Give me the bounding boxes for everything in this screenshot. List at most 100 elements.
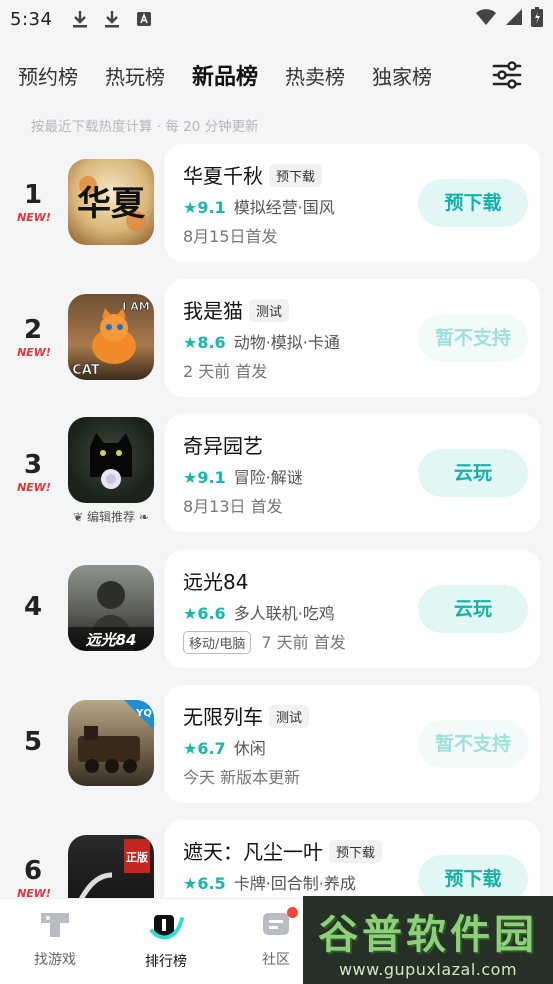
app-meta: ★6.7 休闲 xyxy=(183,735,266,759)
icon-text: YQ xyxy=(135,708,152,719)
community-icon xyxy=(259,913,293,943)
filter-settings-icon[interactable] xyxy=(491,60,523,90)
app-icon[interactable]: 华夏 xyxy=(68,159,154,245)
find-games-icon xyxy=(38,913,72,943)
rank-row[interactable]: 1 NEW! 华夏 华夏千秋 预下载 ★9.1 模拟经营·国风 8月15日首发 预下… xyxy=(0,144,553,262)
app-title: 我是猫 xyxy=(183,299,243,323)
signal-icon xyxy=(505,8,523,30)
icon-text: 远光84 xyxy=(86,631,137,649)
status-time: 5:34 xyxy=(10,8,53,30)
status-bar: 5:34 xyxy=(0,0,553,38)
app-name: 奇异园艺 xyxy=(183,430,263,459)
rank-number: 5 xyxy=(23,727,43,757)
release-text: 7 天前 首发 xyxy=(261,633,346,652)
font-notification-icon xyxy=(134,9,154,29)
rank-number: 4 xyxy=(23,592,43,622)
tab-new-release[interactable]: 新品榜 xyxy=(189,59,261,91)
app-card[interactable]: 我是猫 测试 ★8.6 动物·模拟·卡通 2 天前 首发 暂不支持 xyxy=(165,279,540,397)
app-name: 远光84 xyxy=(183,566,248,595)
release-info: 2 天前 首发 xyxy=(183,362,268,381)
app-icon[interactable] xyxy=(68,417,154,503)
app-tags: 动物·模拟·卡通 xyxy=(233,333,340,352)
svg-text:CAT: CAT xyxy=(72,363,100,378)
app-card[interactable]: 远光84 ★6.6 多人联机·吃鸡 移动/电脑 7 天前 首发 云玩 xyxy=(165,550,540,668)
svg-text:I AM: I AM xyxy=(122,300,149,313)
rating: ★8.6 xyxy=(183,333,226,352)
app-card[interactable]: 华夏千秋 预下载 ★9.1 模拟经营·国风 8月15日首发 预下载 xyxy=(165,144,540,262)
unsupported-button[interactable]: 暂不支持 xyxy=(418,720,528,768)
cloud-play-button[interactable]: 云玩 xyxy=(418,585,528,633)
notification-dot xyxy=(287,907,298,918)
new-badge: NEW! xyxy=(17,481,51,494)
rank-row[interactable]: 2 NEW! I AM CAT 我是猫 测试 ★8.6 动物·模拟·卡通 2 天前 … xyxy=(0,279,553,397)
app-meta: ★9.1 模拟经营·国风 xyxy=(183,194,335,218)
app-icon[interactable]: YQ xyxy=(68,700,154,786)
cloud-play-button[interactable]: 云玩 xyxy=(418,449,528,497)
watermark-title: 谷普软件园 xyxy=(318,911,538,958)
tab-best-selling[interactable]: 热卖榜 xyxy=(285,61,345,90)
release-info: 今天 新版本更新 xyxy=(183,768,301,787)
rank-row[interactable]: 3 NEW! ❦ 编辑推荐 ❧ 奇异园艺 ★9.1 冒险·解谜 8月13日 首发 … xyxy=(0,414,553,532)
download-icon xyxy=(70,9,90,29)
status-badge: 预下载 xyxy=(329,840,383,863)
app-name: 我是猫 测试 xyxy=(183,295,290,324)
rank-number: 2 xyxy=(23,315,43,345)
app-icon[interactable]: 远光84 xyxy=(68,565,154,651)
nav-rankings[interactable]: 排行榜 xyxy=(126,909,206,971)
battery-icon xyxy=(531,7,543,31)
release-info: 8月15日首发 xyxy=(183,227,278,246)
tab-exclusive[interactable]: 独家榜 xyxy=(372,61,432,90)
app-tags: 休闲 xyxy=(233,739,266,758)
app-meta: ★6.5 卡牌·回合制·养成 xyxy=(183,870,356,894)
app-title: 遮天：凡尘一叶 xyxy=(183,840,323,864)
nav-label: 排行榜 xyxy=(145,954,187,970)
app-tags: 模拟经营·国风 xyxy=(233,198,335,217)
download-icon xyxy=(102,9,122,29)
app-tags: 卡牌·回合制·养成 xyxy=(233,874,356,893)
new-badge: NEW! xyxy=(17,211,51,224)
ranking-hint: 按最近下载热度计算 · 每 20 分钟更新 xyxy=(31,119,259,135)
app-title: 华夏千秋 xyxy=(183,164,263,188)
nav-find-games[interactable]: 找游戏 xyxy=(15,909,95,969)
app-name: 遮天：凡尘一叶 预下载 xyxy=(183,836,383,865)
app-meta: ★6.6 多人联机·吃鸡 xyxy=(183,600,335,624)
rating: ★6.5 xyxy=(183,874,226,893)
app-card[interactable]: 奇异园艺 ★9.1 冒险·解谜 8月13日 首发 云玩 xyxy=(165,414,540,532)
app-card[interactable]: 无限列车 测试 ★6.7 休闲 今天 新版本更新 暂不支持 xyxy=(165,685,540,803)
rating: ★6.7 xyxy=(183,739,226,758)
editor-pick-label: ❦ 编辑推荐 ❧ xyxy=(73,510,149,524)
platform-tag: 移动/电脑 xyxy=(183,631,252,654)
wifi-icon xyxy=(475,8,497,30)
rankings-icon xyxy=(146,915,186,945)
rating: ★9.1 xyxy=(183,198,226,217)
app-title: 无限列车 xyxy=(183,705,263,729)
rank-number: 3 xyxy=(23,450,43,480)
tab-hot-play[interactable]: 热玩榜 xyxy=(105,61,165,90)
rating: ★9.1 xyxy=(183,468,226,487)
new-badge: NEW! xyxy=(17,346,51,359)
app-tags: 冒险·解谜 xyxy=(233,468,303,487)
ranking-tabs: 预约榜 热玩榜 新品榜 热卖榜 独家榜 xyxy=(0,52,553,98)
rank-row[interactable]: 4 远光84 远光84 ★6.6 多人联机·吃鸡 移动/电脑 7 天前 首发 云玩 xyxy=(0,550,553,668)
rank-row[interactable]: 5 YQ 无限列车 测试 ★6.7 休闲 今天 新版本更新 暂不支持 xyxy=(0,685,553,803)
rank-number: 6 xyxy=(23,856,43,886)
app-icon[interactable]: I AM CAT xyxy=(68,294,154,380)
app-name: 无限列车 测试 xyxy=(183,701,310,730)
app-meta: ★8.6 动物·模拟·卡通 xyxy=(183,329,340,353)
unsupported-button[interactable]: 暂不支持 xyxy=(418,314,528,362)
icon-text: 华夏 xyxy=(77,184,146,224)
release-info: 移动/电脑 7 天前 首发 xyxy=(183,629,346,654)
app-tags: 多人联机·吃鸡 xyxy=(233,604,335,623)
tab-reservation[interactable]: 预约榜 xyxy=(18,61,78,90)
app-title: 奇异园艺 xyxy=(183,434,263,458)
release-info: 8月13日 首发 xyxy=(183,497,283,516)
predownload-button[interactable]: 预下载 xyxy=(418,179,528,227)
rating: ★6.6 xyxy=(183,604,226,623)
rank-number: 1 xyxy=(23,180,43,210)
app-title: 远光84 xyxy=(183,570,249,594)
icon-text: 正版 xyxy=(126,850,148,864)
watermark: 谷普软件园 www.gupuxlazal.com xyxy=(303,896,553,984)
app-name: 华夏千秋 预下载 xyxy=(183,160,323,189)
app-meta: ★9.1 冒险·解谜 xyxy=(183,464,303,488)
status-badge: 预下载 xyxy=(269,164,323,187)
